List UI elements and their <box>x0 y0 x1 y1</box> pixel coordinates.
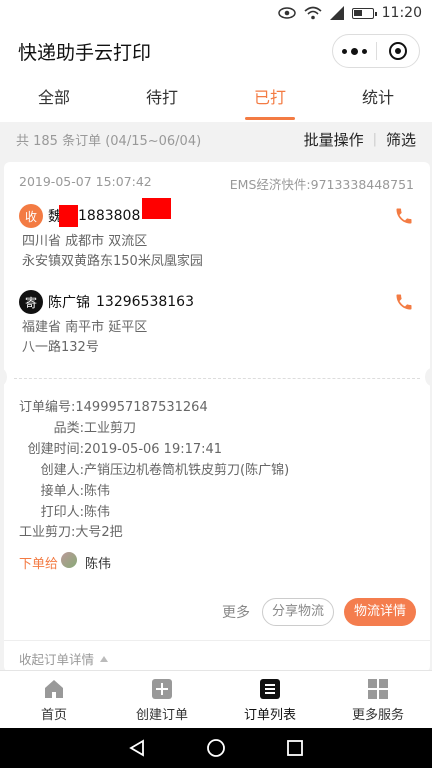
summary-bar: 共 185 条订单 (04/15~06/04) 批量操作 | 筛选 <box>0 122 432 156</box>
eye-icon <box>277 7 296 19</box>
dashed-divider <box>14 378 420 379</box>
nav-create-order[interactable]: 创建订单 <box>108 671 216 728</box>
plus-square-icon <box>151 677 173 701</box>
batch-operation-button[interactable]: 批量操作 <box>304 129 364 150</box>
order-count: 共 185 条订单 (04/15~06/04) <box>16 133 202 149</box>
receiver-agent-value: 陈伟 <box>84 484 111 499</box>
sender-region: 福建省 南平市 延平区 <box>22 320 148 335</box>
nav-more-services[interactable]: 更多服务 <box>324 671 432 728</box>
share-logistics-button[interactable]: 分享物流 <box>261 598 334 626</box>
more-menu-button[interactable] <box>333 35 376 67</box>
redaction-block <box>59 205 78 227</box>
divider: | <box>372 131 377 147</box>
wifi-icon <box>304 6 322 20</box>
tab-stats[interactable]: 统计 <box>324 76 432 122</box>
receiver-region: 四川省 成都市 双流区 <box>22 234 148 249</box>
triangle-up-icon <box>100 655 109 662</box>
sender-address: 福建省 南平市 延平区 八一路132号 <box>4 314 430 358</box>
system-nav-bar <box>0 728 432 768</box>
detail-row: 打印人: 陈伟 <box>19 502 414 523</box>
detail-row: 品类: 工业剪刀 <box>19 418 414 439</box>
sender-name: 陈广锦 <box>48 295 90 311</box>
recents-icon[interactable] <box>286 739 304 757</box>
detail-row: 创建时间: 2019-05-06 19:17:41 <box>19 439 414 460</box>
logistics-detail-button[interactable]: 物流详情 <box>343 598 416 626</box>
nav-order-list[interactable]: 订单列表 <box>216 671 324 728</box>
assign-label: 下单给 <box>19 557 59 572</box>
printer-value: 陈伟 <box>84 505 111 520</box>
phone-icon[interactable] <box>394 292 414 312</box>
items-text: 工业剪刀:大号2把 <box>19 525 123 540</box>
home-circle-icon[interactable] <box>206 738 226 758</box>
nav-label: 创建订单 <box>135 707 188 723</box>
phone-icon[interactable] <box>394 206 414 226</box>
filter-button[interactable]: 筛选 <box>386 129 416 150</box>
tracking-number: EMS经济快件:9713338448751 <box>229 177 414 192</box>
receiver-street: 永安镇双黄路东150米凤凰家园 <box>22 254 203 269</box>
title-bar: 快递助手云打印 <box>0 26 432 76</box>
tab-pending[interactable]: 待打 <box>108 76 216 122</box>
order-card: 2019-05-07 15:07:42 EMS经济快件:971333844875… <box>4 162 430 672</box>
more-button[interactable]: 更多 <box>222 602 250 622</box>
close-program-button[interactable] <box>377 35 420 67</box>
detail-row: 接单人: 陈伟 <box>19 481 414 502</box>
receiver-address: 四川省 成都市 双流区 永安镇双黄路东150米凤凰家园 <box>4 228 430 272</box>
grid-icon <box>367 677 389 701</box>
avatar <box>61 551 78 568</box>
order-tabs: 全部 待打 已打 统计 <box>0 76 432 122</box>
sender-row: 寄 陈广锦 13296538163 <box>4 290 430 314</box>
assignee-name: 陈伟 <box>85 557 112 572</box>
collapse-label: 收起订单详情 <box>19 652 95 667</box>
creator-value: 产销压边机卷筒机铁皮剪刀(陈广锦) <box>84 463 290 478</box>
action-buttons: 更多 分享物流 物流详情 <box>222 598 416 626</box>
tab-all[interactable]: 全部 <box>0 76 108 122</box>
list-icon <box>259 677 281 701</box>
order-number: 1499957187531264 <box>75 400 208 415</box>
back-icon[interactable] <box>128 739 146 757</box>
assign-row: 下单给 陈伟 <box>19 551 414 572</box>
nav-home[interactable]: 首页 <box>0 671 108 728</box>
bottom-nav: 首页 创建订单 订单列表 更多服务 <box>0 670 432 728</box>
receiver-phone: 1883808 <box>78 208 141 224</box>
receiver-badge: 收 <box>19 204 43 228</box>
target-icon <box>388 42 407 60</box>
sender-phone: 13296538163 <box>96 294 194 310</box>
detail-row: 创建人: 产销压边机卷筒机铁皮剪刀(陈广锦) <box>19 460 414 481</box>
sender-street: 八一路132号 <box>22 340 99 355</box>
category-value: 工业剪刀 <box>84 421 137 436</box>
redaction-block <box>142 197 172 219</box>
more-dots-icon <box>341 47 367 55</box>
order-datetime: 2019-05-07 15:07:42 <box>19 174 152 189</box>
status-bar: 11:20 <box>0 0 432 26</box>
detail-row: 订单编号: 1499957187531264 <box>19 397 414 418</box>
signal-icon <box>329 6 344 20</box>
order-details: 订单编号: 1499957187531264 品类: 工业剪刀 创建时间: 2019-… <box>4 379 430 572</box>
battery-icon <box>351 7 377 19</box>
nav-label: 订单列表 <box>243 707 296 723</box>
home-icon <box>43 677 65 701</box>
nav-label: 首页 <box>40 707 67 723</box>
clock-time: 11:20 <box>381 5 422 21</box>
app-title: 快递助手云打印 <box>18 41 152 64</box>
nav-label: 更多服务 <box>351 707 404 723</box>
created-time: 2019-05-06 19:17:41 <box>84 442 223 457</box>
ticket-notch <box>425 368 432 386</box>
tab-printed[interactable]: 已打 <box>216 76 324 122</box>
mini-program-capsule <box>332 34 420 68</box>
sender-badge: 寄 <box>19 290 43 314</box>
receiver-row: 收 魏 1883808 <box>4 197 430 228</box>
